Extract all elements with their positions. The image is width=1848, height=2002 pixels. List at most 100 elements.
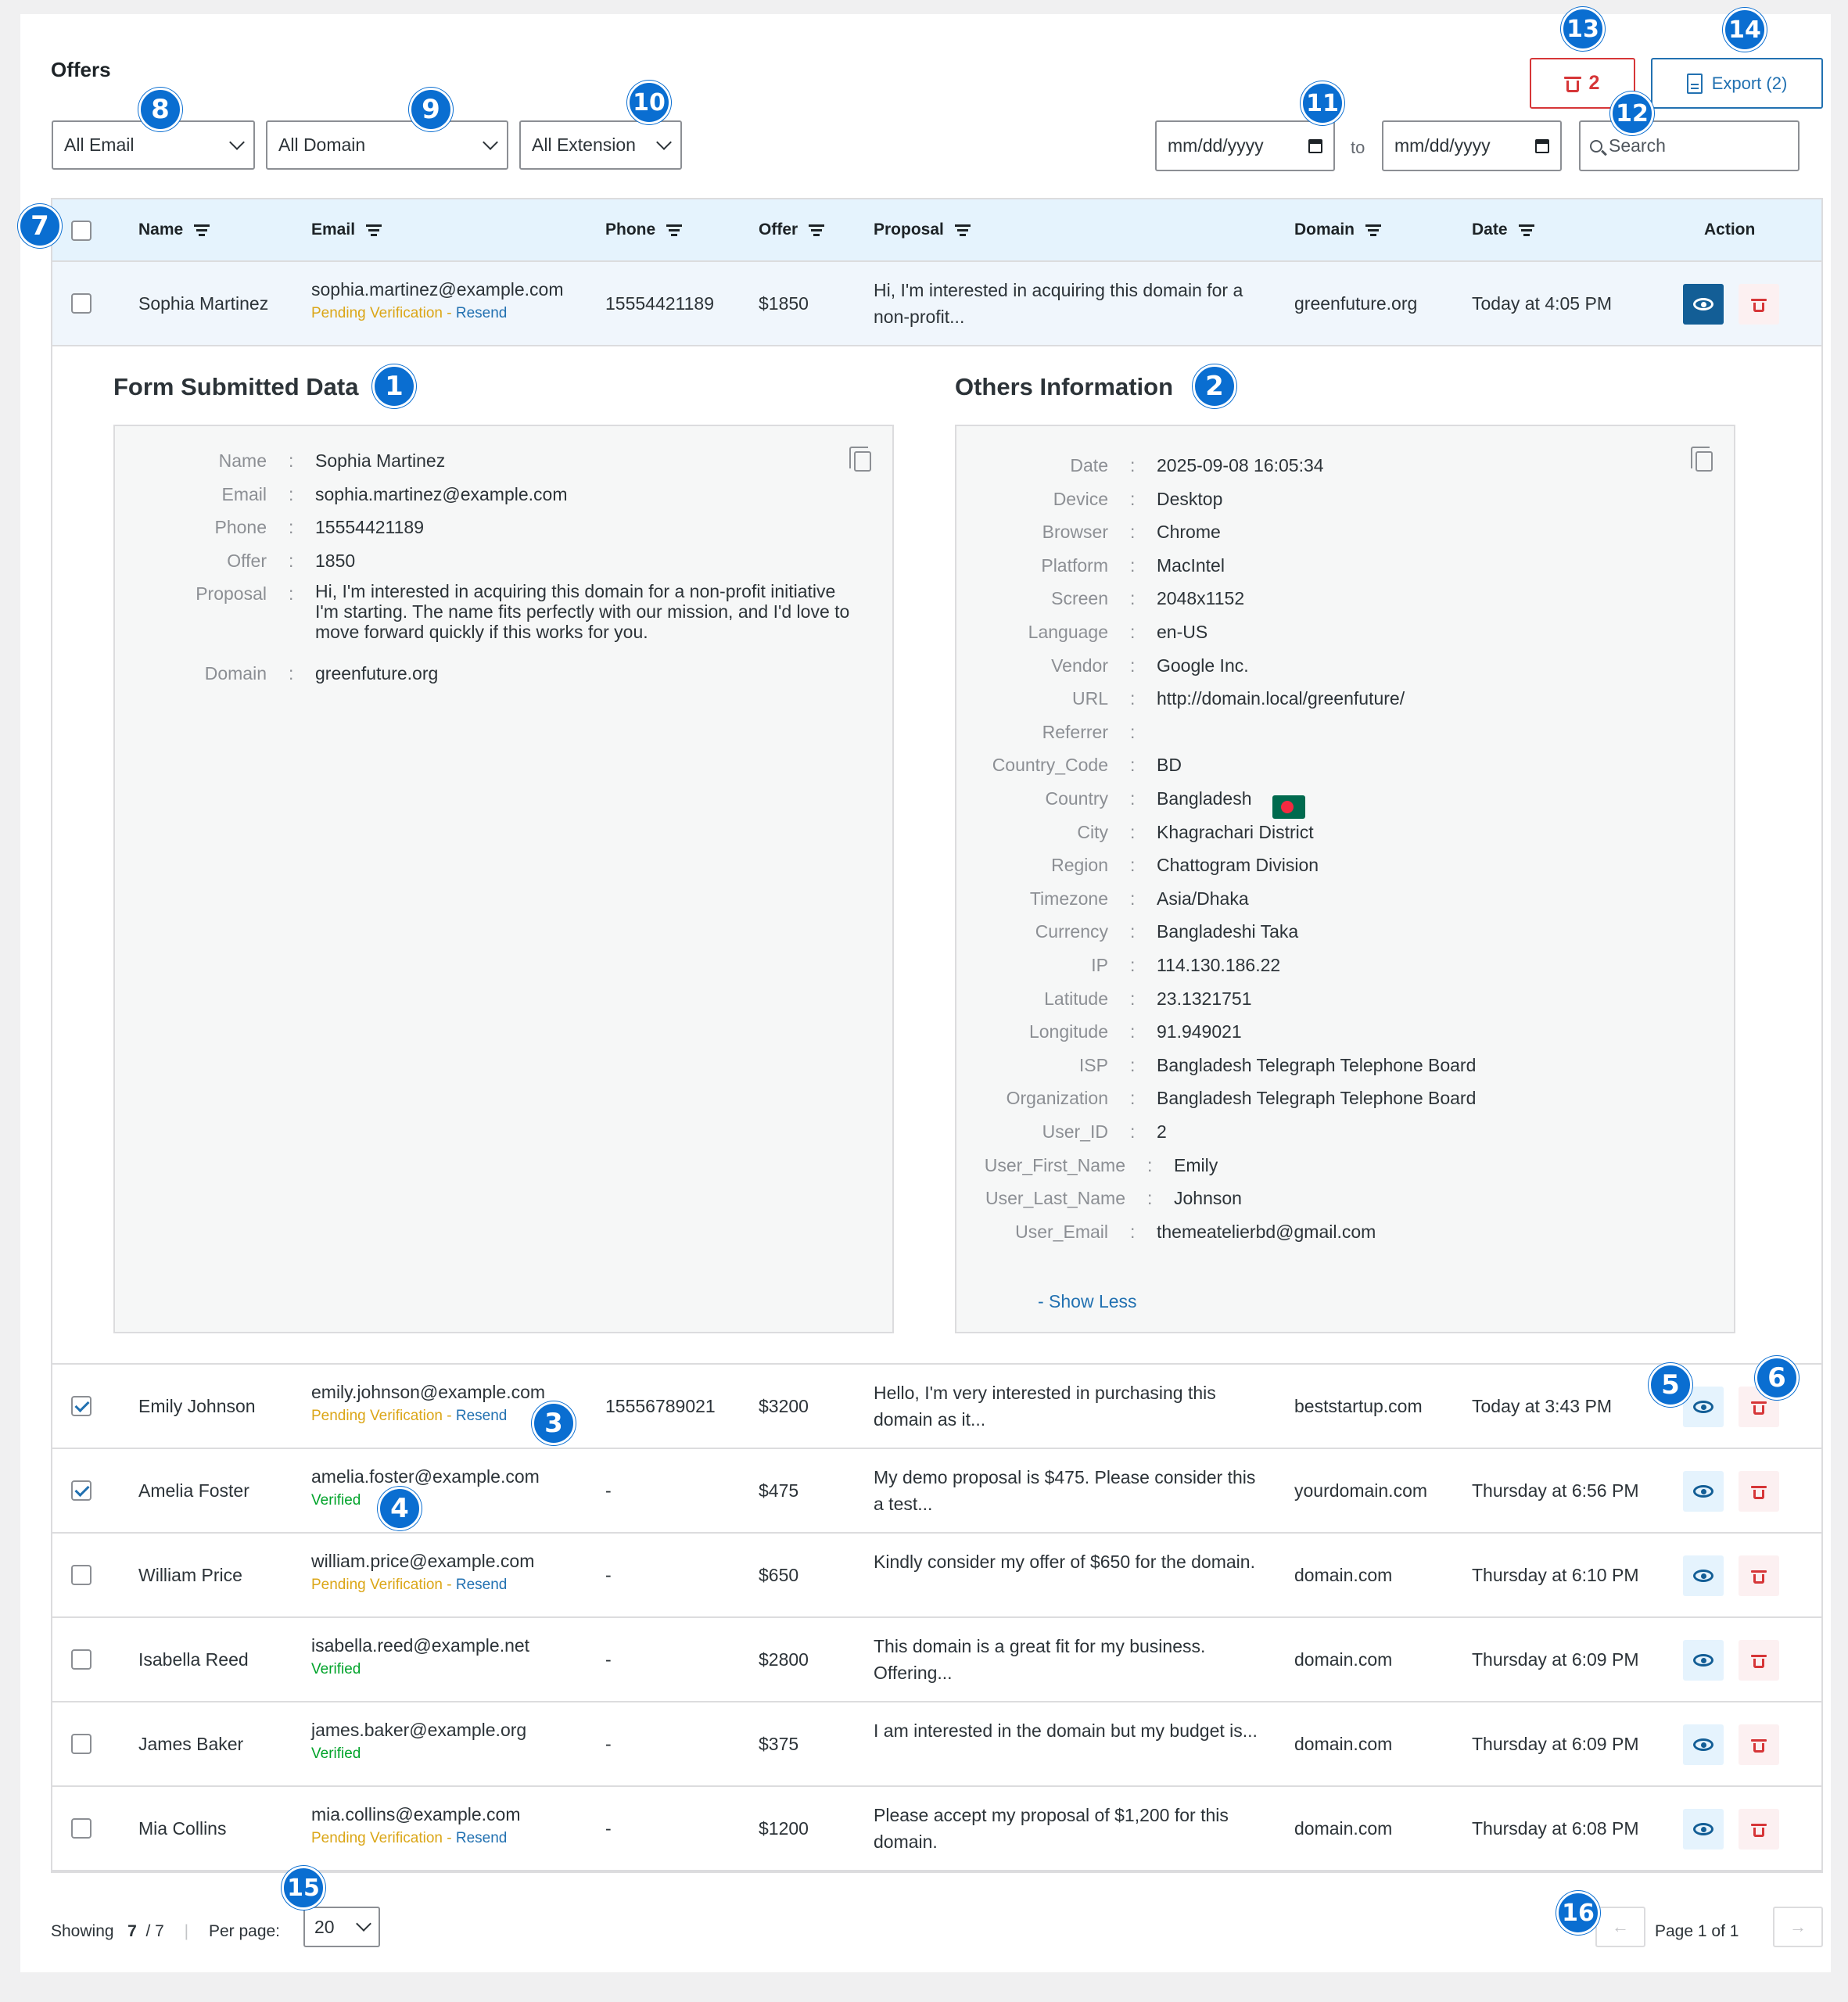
- annotation-badge: 16: [1556, 1891, 1600, 1935]
- detail-label: Platform: [1041, 554, 1108, 576]
- table-row[interactable]: Mia Collins mia.collins@example.com Pendin…: [52, 1787, 1821, 1871]
- detail-separator: :: [1130, 788, 1136, 809]
- status-badge: Pending Verification: [311, 305, 443, 321]
- column-header-proposal[interactable]: Proposal: [874, 221, 971, 239]
- detail-value: 2025-09-08 16:05:34: [1157, 455, 1324, 475]
- detail-separator: :: [289, 483, 294, 504]
- eye-icon: [1693, 1401, 1713, 1413]
- detail-label: Email: [221, 483, 267, 504]
- export-button[interactable]: Export (2): [1651, 58, 1823, 109]
- trash-icon: [1751, 297, 1767, 312]
- search-placeholder: Search: [1609, 135, 1666, 156]
- detail-label: ISP: [1078, 1054, 1108, 1075]
- search-input[interactable]: Search: [1579, 120, 1800, 171]
- detail-value: Chattogram Division: [1157, 855, 1319, 876]
- column-header-name[interactable]: Name: [138, 221, 210, 239]
- per-page-label: Per page:: [208, 1922, 281, 1940]
- view-button[interactable]: [1683, 1471, 1724, 1512]
- chevron-down-icon: [229, 134, 245, 150]
- row-email-cell: mia.collins@example.com Pending Verificat…: [311, 1804, 521, 1846]
- table-row[interactable]: Isabella Reed isabella.reed@example.net Ve…: [52, 1618, 1821, 1702]
- calendar-icon[interactable]: [1308, 138, 1322, 153]
- delete-button[interactable]: [1739, 1724, 1779, 1765]
- detail-separator: :: [1130, 955, 1136, 975]
- column-header-domain[interactable]: Domain: [1294, 221, 1382, 239]
- delete-button[interactable]: [1739, 1471, 1779, 1512]
- delete-button[interactable]: [1739, 1555, 1779, 1596]
- filter-icon[interactable]: [1365, 224, 1382, 236]
- annotation-badge: 15: [282, 1866, 325, 1910]
- filter-icon[interactable]: [194, 224, 210, 236]
- resend-link[interactable]: Resend: [456, 1577, 508, 1593]
- detail-label: Phone: [214, 517, 267, 537]
- page-indicator: Page 1 of 1: [1655, 1922, 1739, 1940]
- view-button[interactable]: [1683, 1640, 1724, 1681]
- date-from-input[interactable]: mm/dd/yyyy: [1155, 120, 1335, 171]
- annotation-badge: 3: [532, 1401, 576, 1445]
- detail-separator: :: [1130, 1088, 1136, 1109]
- detail-label: Currency: [1035, 921, 1108, 942]
- view-button[interactable]: [1683, 1555, 1724, 1596]
- arrow-right-icon[interactable]: →: [1773, 1907, 1823, 1947]
- row-name: Sophia Martinez: [138, 293, 269, 314]
- status-badge: Pending Verification: [311, 1408, 443, 1424]
- column-header-offer[interactable]: Offer: [759, 221, 825, 239]
- column-header-email[interactable]: Email: [311, 221, 382, 239]
- row-checkbox[interactable]: [71, 1396, 92, 1416]
- domain-filter-select[interactable]: All Domain: [266, 120, 508, 170]
- table-row[interactable]: Sophia Martinez sophia.martinez@example.…: [52, 262, 1821, 346]
- row-email: emily.johnson@example.com: [311, 1382, 546, 1402]
- row-checkbox[interactable]: [71, 1734, 92, 1754]
- detail-label: Country: [1045, 788, 1108, 809]
- annotation-badge: 6: [1755, 1356, 1799, 1400]
- table-row[interactable]: Amelia Foster amelia.foster@example.com Ve…: [52, 1449, 1821, 1534]
- table-row[interactable]: William Price william.price@example.com Pe…: [52, 1534, 1821, 1618]
- calendar-icon[interactable]: [1535, 138, 1549, 153]
- filter-icon[interactable]: [1518, 224, 1534, 236]
- table-row[interactable]: James Baker james.baker@example.org Verifi…: [52, 1702, 1821, 1787]
- show-less-link[interactable]: - Show Less: [1038, 1291, 1137, 1312]
- row-email: sophia.martinez@example.com: [311, 279, 564, 300]
- per-page-select[interactable]: 20: [303, 1907, 380, 1947]
- select-all-checkbox[interactable]: [71, 221, 92, 241]
- column-header-date[interactable]: Date: [1472, 221, 1534, 239]
- row-checkbox[interactable]: [71, 1649, 92, 1670]
- filter-icon[interactable]: [809, 224, 825, 236]
- filter-icon[interactable]: [366, 224, 382, 236]
- date-to-input[interactable]: mm/dd/yyyy: [1382, 120, 1562, 171]
- view-button[interactable]: [1683, 1724, 1724, 1765]
- row-date: Thursday at 6:10 PM: [1472, 1565, 1639, 1585]
- resend-link[interactable]: Resend: [456, 305, 508, 321]
- filter-icon[interactable]: [954, 224, 971, 236]
- delete-button[interactable]: [1739, 284, 1779, 325]
- row-checkbox[interactable]: [71, 1818, 92, 1839]
- detail-label: User_Last_Name: [985, 1188, 1125, 1209]
- row-phone: 15556789021: [605, 1396, 716, 1416]
- row-checkbox[interactable]: [71, 293, 92, 314]
- row-checkbox[interactable]: [71, 1480, 92, 1501]
- resend-link[interactable]: Resend: [456, 1830, 508, 1846]
- row-checkbox[interactable]: [71, 1565, 92, 1585]
- row-proposal: Please accept my proposal of $1,200 for …: [874, 1805, 1229, 1852]
- chevron-down-icon: [483, 134, 498, 150]
- table-row[interactable]: Emily Johnson emily.johnson@example.com Pe…: [52, 1365, 1821, 1449]
- row-email-cell: sophia.martinez@example.com Pending Veri…: [311, 279, 564, 321]
- view-button[interactable]: [1683, 284, 1724, 325]
- resend-link[interactable]: Resend: [456, 1408, 508, 1424]
- column-header-phone[interactable]: Phone: [605, 221, 683, 239]
- arrow-left-icon[interactable]: ←: [1595, 1907, 1645, 1947]
- row-domain: domain.com: [1294, 1565, 1393, 1585]
- filter-icon[interactable]: [666, 224, 683, 236]
- detail-separator: :: [289, 550, 294, 571]
- delete-button[interactable]: [1739, 1640, 1779, 1681]
- detail-value: 1850: [315, 550, 356, 571]
- eye-icon: [1693, 1654, 1713, 1667]
- extension-filter-select[interactable]: All Extension: [519, 120, 682, 170]
- row-proposal: My demo proposal is $475. Please conside…: [874, 1467, 1256, 1514]
- delete-button[interactable]: [1739, 1809, 1779, 1850]
- detail-label: Domain: [204, 663, 267, 683]
- annotation-badge: 9: [409, 88, 453, 131]
- view-button[interactable]: [1683, 1809, 1724, 1850]
- trash-icon: [1751, 1484, 1767, 1499]
- date-range-separator: to: [1351, 138, 1365, 157]
